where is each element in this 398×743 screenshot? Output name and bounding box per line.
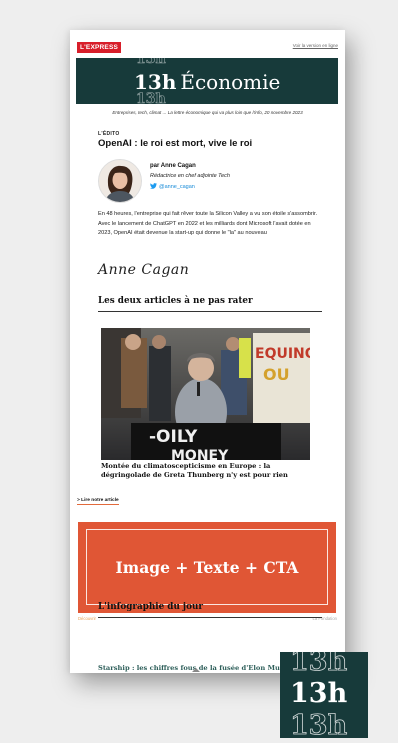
article-photo[interactable]: EQUINO OU -OILY MONEY xyxy=(101,328,310,460)
cta-block[interactable]: Image + Texte + CTA xyxy=(78,522,336,613)
sign-right-text-2: OU xyxy=(263,365,290,384)
sign-left-text: -OILY xyxy=(149,427,198,447)
author-signature: Anne Cagan xyxy=(98,262,190,278)
edito-label: L'ÉDITO xyxy=(98,131,120,137)
twitter-bird-icon xyxy=(150,183,157,189)
author-avatar xyxy=(98,159,142,203)
newsletter-banner: 13h 13h Économie 13h xyxy=(76,58,338,104)
banner-section-name: Économie xyxy=(180,70,281,94)
author-name: par Anne Cagan xyxy=(150,163,196,169)
edito-body: En 48 heures, l'entreprise qui fait rêve… xyxy=(98,211,318,237)
header-bar: L'EXPRESS Voir la version en ligne xyxy=(75,42,340,54)
badge-logo: 13h xyxy=(290,678,348,709)
cta-small-left[interactable]: Découvrir xyxy=(78,616,96,621)
article-title[interactable]: Montée du climatoscepticisme en Europe :… xyxy=(101,462,313,481)
view-online-link[interactable]: Voir la version en ligne xyxy=(293,43,338,48)
newsletter-page: L'EXPRESS Voir la version en ligne 13h 1… xyxy=(70,30,345,673)
newsletter-tagline: Entreprises, tech, climat ... La lettre … xyxy=(112,110,303,115)
author-role: Rédactrice en chef adjointe Tech xyxy=(150,173,230,179)
infographic-title[interactable]: Starship : les chiffres fous de la fusée… xyxy=(98,664,310,673)
scroll-up-icon xyxy=(192,668,200,672)
sign-left-text-2: MONEY xyxy=(171,448,229,460)
13h-badge: 13h 13h 13h xyxy=(280,652,368,738)
banner-ghost-logo-bottom: 13h xyxy=(136,91,166,104)
infographic-section-title: L'infographie du jour xyxy=(98,602,322,618)
badge-ghost-top: 13h xyxy=(290,652,348,677)
edito-title[interactable]: OpenAI : le roi est mort, vive le roi xyxy=(98,138,252,149)
articles-section-title: Les deux articles à ne pas rater xyxy=(98,296,322,312)
sign-right-text: EQUINO xyxy=(255,346,310,362)
author-twitter-link[interactable]: @anne_cagan xyxy=(150,183,195,190)
cta-label: Image + Texte + CTA xyxy=(86,529,328,605)
badge-ghost-bottom: 13h xyxy=(290,710,348,738)
read-article-link[interactable]: > Lire notre article xyxy=(77,498,119,505)
banner-ghost-logo-top: 13h xyxy=(136,58,166,67)
brand-logo[interactable]: L'EXPRESS xyxy=(77,42,122,53)
twitter-handle: @anne_cagan xyxy=(159,184,195,190)
